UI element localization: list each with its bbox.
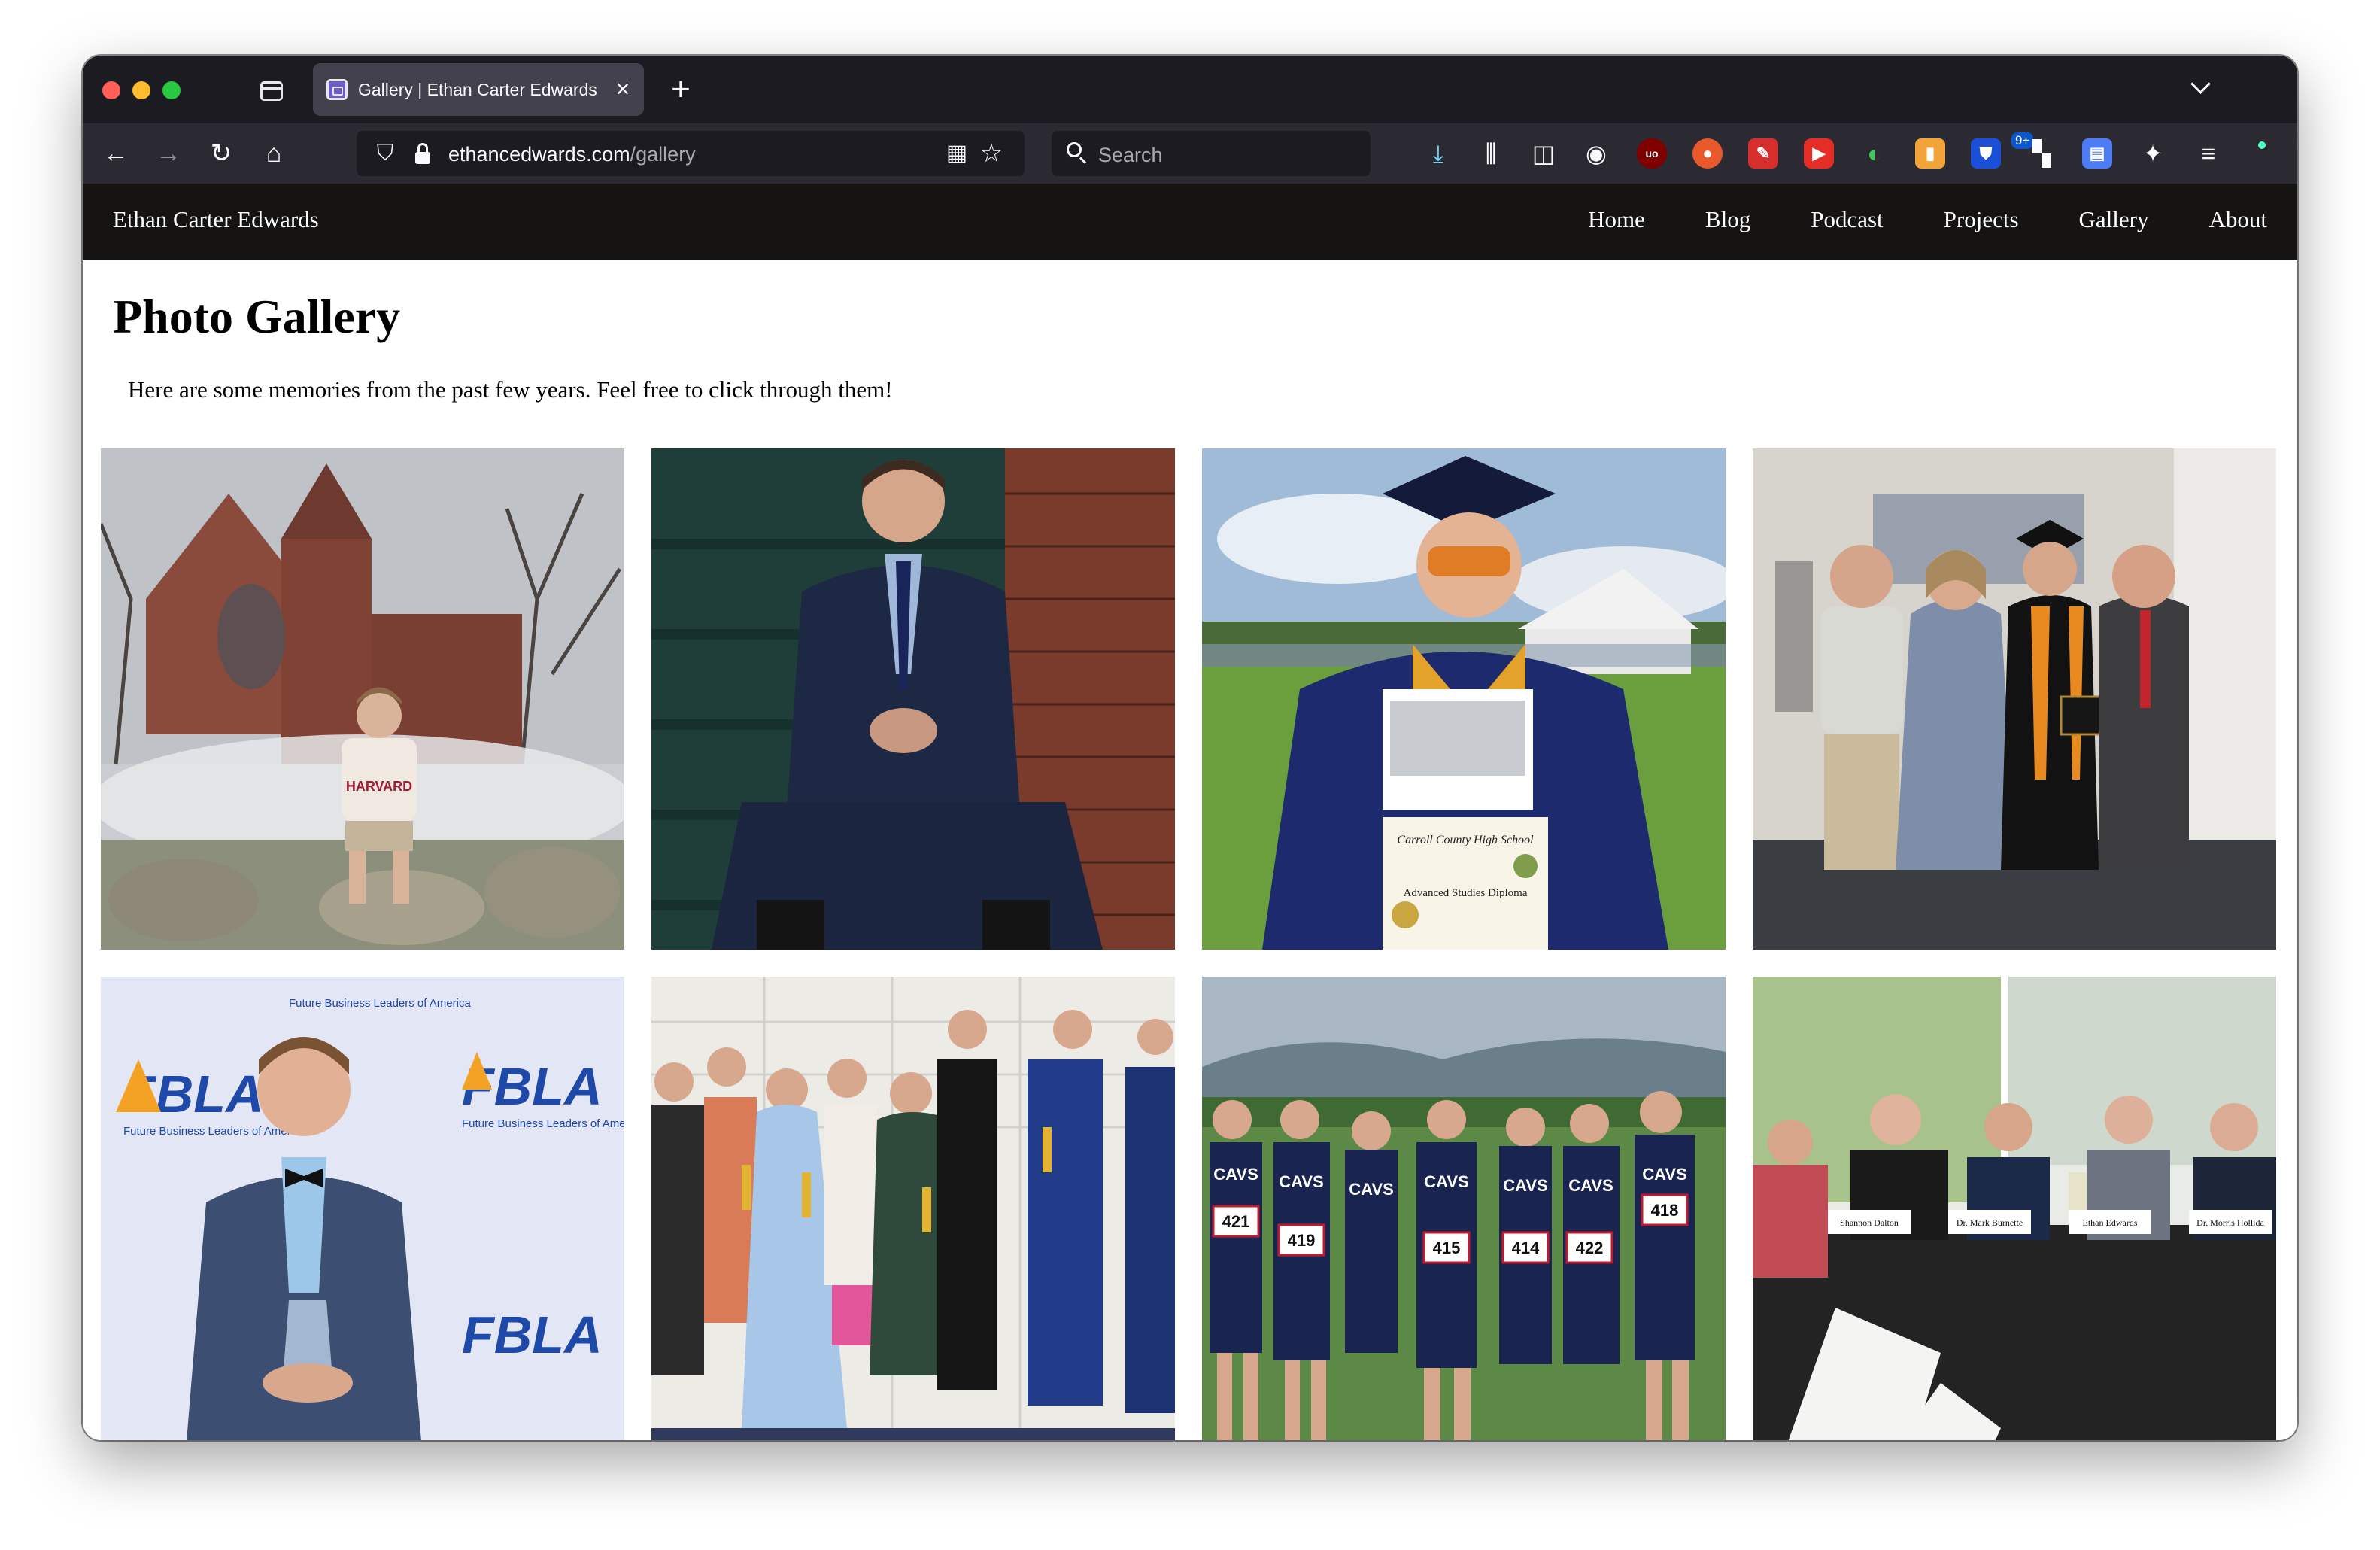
nav-link-podcast[interactable]: Podcast bbox=[1811, 206, 1883, 233]
nav-link-blog[interactable]: Blog bbox=[1705, 206, 1750, 233]
jersey-text-7: CAVS bbox=[1642, 1165, 1687, 1184]
home-icon[interactable]: ⌂ bbox=[257, 137, 290, 170]
feed-extension-icon[interactable]: ◐ bbox=[1859, 138, 1890, 169]
duckduckgo-extension-icon[interactable]: ● bbox=[1692, 138, 1723, 169]
jersey-text-5: CAVS bbox=[1503, 1176, 1548, 1195]
harvard-shirt-text: HARVARD bbox=[346, 779, 412, 794]
tab-title: Gallery | Ethan Carter Edwards bbox=[358, 80, 597, 99]
lock-icon[interactable] bbox=[406, 137, 439, 170]
video-extension-icon[interactable]: ▶ bbox=[1804, 138, 1834, 169]
minimize-window-button[interactable] bbox=[132, 81, 150, 99]
downloads-icon[interactable]: ⤓ bbox=[1423, 138, 1453, 169]
tab-strip: Gallery | Ethan Carter Edwards × + bbox=[83, 56, 2297, 123]
reload-icon[interactable]: ↻ bbox=[205, 137, 238, 170]
bib-422: 422 bbox=[1576, 1238, 1604, 1257]
gallery-photo-panel-discussion[interactable]: Shannon Dalton Dr. Mark Burnette Ethan E… bbox=[1753, 977, 2276, 1440]
extensions-puzzle-icon[interactable]: ✦ bbox=[2138, 138, 2168, 169]
placard-3: Ethan Edwards bbox=[2083, 1217, 2138, 1228]
pen-extension-icon[interactable]: ✎ bbox=[1748, 138, 1778, 169]
page-intro: Here are some memories from the past few… bbox=[128, 376, 893, 403]
close-window-button[interactable] bbox=[102, 81, 120, 99]
new-tab-button[interactable]: + bbox=[662, 71, 700, 108]
nav-link-gallery[interactable]: Gallery bbox=[2079, 206, 2149, 233]
search-icon bbox=[1064, 140, 1091, 167]
search-input[interactable]: Search bbox=[1052, 131, 1371, 176]
page-title: Photo Gallery bbox=[113, 290, 401, 343]
browser-window: Gallery | Ethan Carter Edwards × + ← → ↻… bbox=[83, 56, 2297, 1440]
tab-gallery[interactable]: Gallery | Ethan Carter Edwards × bbox=[313, 63, 644, 116]
gallery-photo-family-graduation[interactable] bbox=[1753, 448, 2276, 950]
diploma-school-text: Carroll County High School bbox=[1397, 834, 1534, 846]
diploma-type-text: Advanced Studies Diploma bbox=[1404, 887, 1528, 899]
url-text[interactable]: ethancedwards.com/gallery bbox=[448, 143, 696, 166]
placard-1: Shannon Dalton bbox=[1840, 1217, 1899, 1228]
nav-link-home[interactable]: Home bbox=[1588, 206, 1645, 233]
placard-2: Dr. Mark Burnette bbox=[1957, 1217, 2023, 1228]
tab-overview-icon[interactable] bbox=[257, 77, 287, 104]
site-header: Ethan Carter Edwards Home Blog Podcast P… bbox=[83, 184, 2297, 260]
jersey-text-2: CAVS bbox=[1279, 1172, 1324, 1191]
placard-4: Dr. Morris Hollida bbox=[2196, 1217, 2264, 1228]
gallery-photo-fbla-award[interactable]: FBLA FBLA FBLA Future Business Leaders o… bbox=[101, 977, 624, 1440]
fbla-logo-text-3: FBLA bbox=[462, 1305, 603, 1364]
close-tab-icon[interactable]: × bbox=[611, 74, 635, 104]
gallery-photo-graduation-diploma[interactable]: Carroll County High School Advanced Stud… bbox=[1202, 448, 1726, 950]
jersey-text-3: CAVS bbox=[1349, 1180, 1394, 1199]
grid-extension-icon[interactable]: ▚ bbox=[2026, 138, 2057, 169]
bookmark-star-icon[interactable]: ☆ bbox=[976, 138, 1006, 169]
bin-extension-icon[interactable]: ▮ bbox=[1915, 138, 1945, 169]
fbla-tagline-1: Future Business Leaders of America bbox=[289, 997, 471, 1010]
tracking-shield-icon[interactable]: ⛉ bbox=[369, 137, 402, 170]
jersey-text-1: CAVS bbox=[1213, 1165, 1258, 1184]
gallery-photo-harvard-fountain[interactable]: HARVARD bbox=[101, 448, 624, 950]
forward-arrow-icon[interactable]: → bbox=[152, 137, 185, 170]
library-icon[interactable]: ⫼ bbox=[1476, 138, 1506, 169]
address-bar[interactable]: ⛉ ethancedwards.com/gallery ▦ ☆ bbox=[357, 131, 1025, 176]
gallery-photo-suit-stairs[interactable] bbox=[651, 448, 1175, 950]
document-extension-icon[interactable]: ▤ bbox=[2082, 138, 2112, 169]
bib-414: 414 bbox=[1512, 1238, 1540, 1257]
back-arrow-icon[interactable]: ← bbox=[99, 137, 132, 170]
gallery-photo-award-group[interactable] bbox=[651, 977, 1175, 1440]
search-placeholder: Search bbox=[1098, 144, 1163, 166]
web-page: Ethan Carter Edwards Home Blog Podcast P… bbox=[83, 184, 2297, 1440]
photo-gallery-grid: HARVARD Carroll County High School Advan… bbox=[101, 448, 2279, 1440]
sidebar-icon[interactable]: ◫ bbox=[1528, 138, 1559, 169]
nav-link-about[interactable]: About bbox=[2209, 206, 2268, 233]
ublock-extension-icon[interactable]: uo bbox=[1637, 138, 1667, 169]
bib-419: 419 bbox=[1288, 1231, 1316, 1250]
navigation-toolbar: ← → ↻ ⌂ ⛉ ethancedwards.com/gallery ▦ ☆ … bbox=[83, 123, 2297, 184]
jersey-text-4: CAVS bbox=[1424, 1172, 1469, 1191]
nav-link-projects[interactable]: Projects bbox=[1944, 206, 2019, 233]
menu-notification-dot bbox=[2258, 141, 2266, 149]
list-tabs-chevron-icon[interactable] bbox=[2186, 72, 2216, 102]
zoom-window-button[interactable] bbox=[162, 81, 181, 99]
fbla-tagline-2: Future Business Leaders of America bbox=[462, 1117, 624, 1130]
account-icon[interactable]: ◉ bbox=[1581, 138, 1611, 169]
bib-421: 421 bbox=[1222, 1212, 1250, 1231]
gallery-photo-cross-country[interactable]: CAVS CAVS CAVS CAVS CAVS CAVS CAVS 421 4… bbox=[1202, 977, 1726, 1440]
site-brand-link[interactable]: Ethan Carter Edwards bbox=[113, 206, 319, 233]
site-favicon-icon bbox=[326, 79, 348, 100]
bib-415: 415 bbox=[1433, 1238, 1461, 1257]
qr-code-icon[interactable]: ▦ bbox=[943, 140, 970, 167]
privacy-extension-icon[interactable]: ⛊ bbox=[1971, 138, 2001, 169]
bib-418: 418 bbox=[1651, 1201, 1679, 1220]
app-menu-icon[interactable]: ≡ bbox=[2193, 138, 2224, 169]
site-nav-links: Home Blog Podcast Projects Gallery About bbox=[1588, 206, 2267, 233]
jersey-text-6: CAVS bbox=[1568, 1176, 1613, 1195]
